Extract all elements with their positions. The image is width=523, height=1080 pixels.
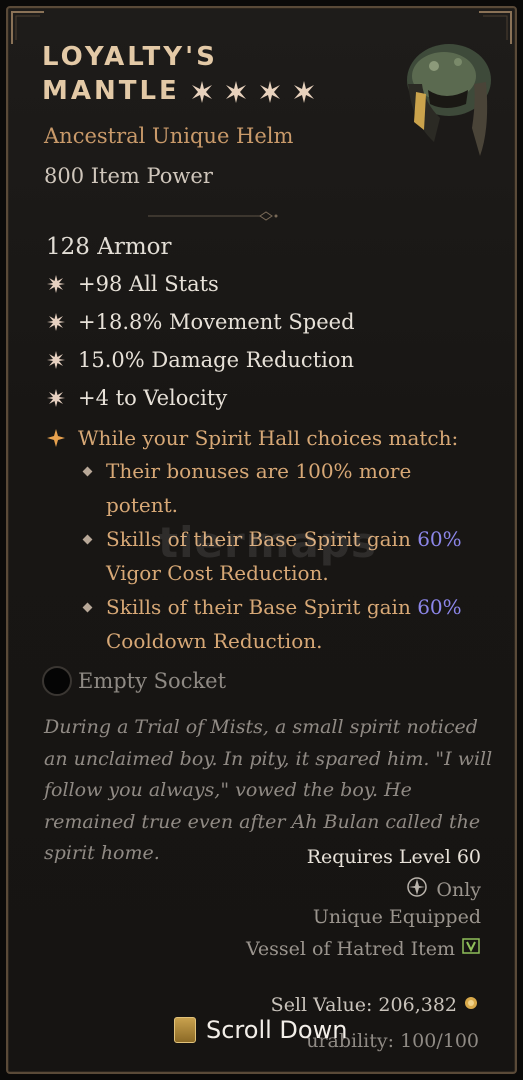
rarity-star-icon xyxy=(258,79,282,103)
item-tooltip: LOYALTY'S MANTLE Ancestral Unique Helm 8… xyxy=(6,6,517,1074)
asterisk-gem-icon xyxy=(46,274,66,294)
unique-power-intro: While your Spirit Hall choices match: xyxy=(78,426,459,450)
affix-row: +98 All Stats xyxy=(46,272,219,296)
rarity-star-icon xyxy=(292,79,316,103)
item-power: 800 Item Power xyxy=(44,164,213,188)
class-only-label: Only xyxy=(436,878,481,901)
scroll-down-hint[interactable]: Scroll Down xyxy=(174,1016,347,1044)
corner-ornament xyxy=(10,10,46,46)
item-name-line1: LOYALTY'S xyxy=(42,42,218,72)
rarity-star-icon xyxy=(224,79,248,103)
diamond-bullet-icon xyxy=(82,602,93,613)
unique-bonus-row: Their bonuses are 100% more potent. xyxy=(82,454,484,522)
item-name: LOYALTY'S MANTLE xyxy=(42,40,372,108)
unique-bonus-text: Cooldown Reduction. xyxy=(106,629,323,653)
expansion-requirement: Vessel of Hatred Item xyxy=(246,936,481,961)
socket-row: Empty Socket xyxy=(42,666,226,696)
bonus-value: 60% xyxy=(417,527,462,551)
helm-item-icon xyxy=(394,32,504,162)
unique-equipped: Unique Equipped xyxy=(312,906,481,928)
class-requirement: Only xyxy=(406,876,481,903)
diamond-bullet-icon xyxy=(82,534,93,545)
rarity-star-icon xyxy=(190,79,214,103)
asterisk-gem-icon xyxy=(46,388,66,408)
sell-value-text: Sell Value: 206,382 xyxy=(270,994,457,1016)
bonus-value: 60% xyxy=(417,595,462,619)
unique-bonus-text: Their bonuses are 100% more potent. xyxy=(106,459,412,517)
asterisk-gem-icon xyxy=(46,350,66,370)
spiritborn-class-icon xyxy=(406,876,428,903)
requires-level: Requires Level 60 xyxy=(306,846,481,868)
affix-text: 15.0% Damage Reduction xyxy=(78,348,355,372)
sell-value: Sell Value: 206,382 xyxy=(271,994,479,1016)
affix-text: +18.8% Movement Speed xyxy=(78,310,355,334)
section-divider xyxy=(148,206,278,221)
affix-row: 15.0% Damage Reduction xyxy=(46,348,354,372)
affix-row: +4 to Velocity xyxy=(46,386,227,410)
unique-bonus-text: Skills of their Base Spirit gain xyxy=(106,595,418,619)
gold-coin-icon xyxy=(463,994,479,1016)
scroll-down-label: Scroll Down xyxy=(206,1016,348,1044)
affix-row: +18.8% Movement Speed xyxy=(46,310,355,334)
unique-bonus-row: Skills of their Base Spirit gain 60% Coo… xyxy=(82,590,484,658)
armor-value: 128 Armor xyxy=(46,234,172,260)
affix-text: +4 to Velocity xyxy=(78,386,228,410)
asterisk-gem-icon xyxy=(46,312,66,332)
diamond-bullet-icon xyxy=(82,466,93,477)
vessel-of-hatred-icon xyxy=(461,936,481,961)
watermark: tiermaps xyxy=(158,518,377,567)
orange-star-icon xyxy=(46,428,66,448)
socket-ring-icon xyxy=(42,666,72,696)
item-type: Ancestral Unique Helm xyxy=(44,124,294,148)
item-name-line2: MANTLE xyxy=(42,76,180,106)
scroll-key-icon xyxy=(174,1017,196,1043)
affix-text: +98 All Stats xyxy=(78,272,219,296)
vessel-label: Vessel of Hatred Item xyxy=(245,937,455,960)
unique-power-row: While your Spirit Hall choices match: xyxy=(46,426,458,450)
socket-label: Empty Socket xyxy=(78,669,227,693)
